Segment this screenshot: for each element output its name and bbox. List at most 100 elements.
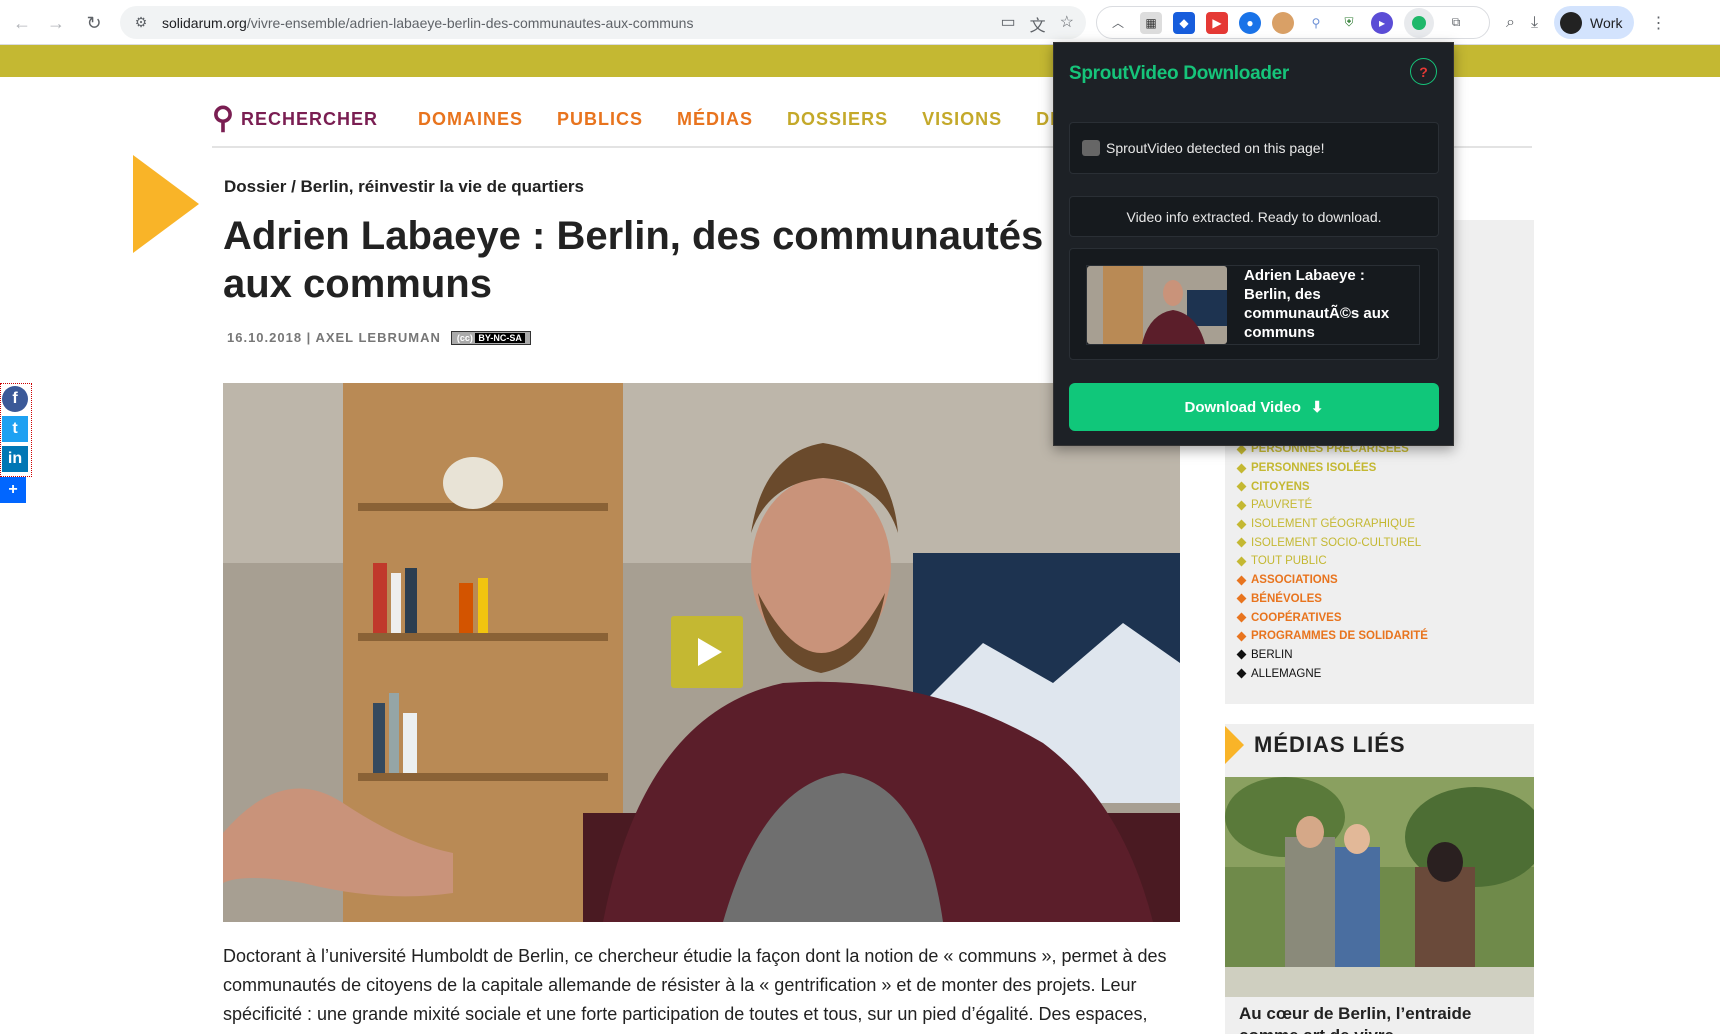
tag-item[interactable]: PAUVRETÉ	[1236, 496, 1428, 515]
tag-label: PROGRAMMES DE SOLIDARITÉ	[1251, 630, 1428, 643]
popup-title: SproutVideo Downloader	[1069, 63, 1290, 84]
menu-icon[interactable]: ⋮	[1650, 13, 1666, 33]
status-text: Video info extracted. Ready to download.	[1126, 208, 1382, 225]
diamond-icon	[1236, 556, 1247, 567]
translate-icon[interactable]: 文	[1030, 12, 1046, 36]
nav-item-publics[interactable]: PUBLICS	[557, 109, 643, 130]
nav-item-medias[interactable]: MÉDIAS	[677, 109, 753, 130]
tag-item[interactable]: COOPÉRATIVES	[1236, 608, 1428, 627]
avatar-extension-icon[interactable]	[1272, 11, 1294, 34]
bitwarden-extension-icon[interactable]: ◆	[1173, 11, 1195, 34]
video-info-inner: Adrien Labaeye : Berlin, des communautÃ©…	[1086, 265, 1420, 345]
medias-photo	[1225, 777, 1534, 997]
diamond-icon	[1236, 593, 1247, 604]
date-author: 16.10.2018 | AXEL LEBRUMAN	[227, 330, 441, 345]
link-extension-icon[interactable]: ⚲	[1305, 12, 1327, 34]
back-icon[interactable]: ←	[7, 8, 37, 38]
dossier-triangle	[133, 155, 199, 253]
extensions-bar: ︿ ▦ ◆ ▶ ● ⚲ ⛨ ▸ ⧉	[1096, 6, 1490, 39]
tab-search-icon[interactable]: ⌕	[1506, 14, 1515, 32]
video-player[interactable]	[223, 383, 1180, 922]
record-extension-icon[interactable]: ●	[1239, 11, 1261, 34]
qr-extension-icon[interactable]: ▦	[1140, 11, 1162, 34]
tag-item[interactable]: PROGRAMMES DE SOLIDARITÉ	[1236, 627, 1428, 646]
bookmark-star-icon[interactable]: ☆	[1060, 12, 1074, 36]
shield-extension-icon[interactable]: ⛨	[1338, 12, 1360, 34]
twitter-icon[interactable]: t	[2, 416, 28, 442]
play-button[interactable]	[671, 616, 743, 688]
tag-label: COOPÉRATIVES	[1251, 611, 1342, 624]
diamond-icon	[1236, 481, 1247, 492]
download-arrow-icon: ⬇	[1310, 399, 1324, 416]
diamond-icon	[1236, 649, 1247, 660]
diamond-icon	[1236, 519, 1247, 530]
tag-list: PERSONNES PRÉCARISÉES PERSONNES ISOLÉES CI…	[1236, 440, 1428, 683]
header-band	[0, 45, 1720, 77]
collapse-icon[interactable]: ︿	[1107, 12, 1129, 34]
address-bar[interactable]: ⚙ solidarum.org/vivre-ensemble/adrien-la…	[120, 6, 1086, 39]
diamond-icon	[1236, 631, 1247, 642]
detection-text: SproutVideo detected on this page!	[1106, 140, 1325, 156]
install-app-icon[interactable]: ▭	[1001, 12, 1016, 36]
medias-caption[interactable]: Au cœur de Berlin, l’entraide comme art …	[1239, 1003, 1529, 1034]
tag-label: ISOLEMENT GÉOGRAPHIQUE	[1251, 518, 1416, 531]
tag-item[interactable]: BÉNÉVOLES	[1236, 590, 1428, 609]
medias-header: MÉDIAS LIÉS	[1225, 726, 1406, 764]
tag-item[interactable]: ASSOCIATIONS	[1236, 571, 1428, 590]
search-icon: ⚲	[212, 102, 235, 135]
facebook-icon[interactable]: f	[2, 386, 28, 412]
tag-label: ISOLEMENT SOCIO-CULTUREL	[1251, 536, 1422, 549]
sproutvideo-popup: SproutVideo Downloader ? SproutVideo det…	[1053, 42, 1454, 446]
tag-item[interactable]: TOUT PUBLIC	[1236, 552, 1428, 571]
breadcrumb[interactable]: Dossier / Berlin, réinvestir la vie de q…	[224, 177, 584, 197]
medias-title: MÉDIAS LIÉS	[1254, 732, 1406, 757]
linkedin-icon[interactable]: in	[2, 446, 28, 472]
site-info-icon[interactable]: ⚙	[128, 14, 154, 31]
sproutvideo-extension-icon[interactable]	[1404, 7, 1434, 38]
forward-icon[interactable]: →	[41, 8, 71, 38]
nav-item-domaines[interactable]: DOMAINES	[418, 109, 523, 130]
tag-label: PERSONNES ISOLÉES	[1251, 462, 1377, 475]
share-box: f t in	[0, 383, 32, 477]
download-video-button[interactable]: Download Video ⬇	[1069, 383, 1439, 431]
tag-label: BÉNÉVOLES	[1251, 592, 1322, 605]
tag-item[interactable]: ISOLEMENT GÉOGRAPHIQUE	[1236, 515, 1428, 534]
tag-label: ASSOCIATIONS	[1251, 574, 1338, 587]
video-extension-icon[interactable]: ▶	[1206, 11, 1228, 34]
tag-item[interactable]: PERSONNES ISOLÉES	[1236, 459, 1428, 478]
diamond-icon	[1236, 537, 1247, 548]
tag-item[interactable]: CITOYENS	[1236, 477, 1428, 496]
tag-item[interactable]: ALLEMAGNE	[1236, 664, 1428, 683]
profile-button[interactable]: Work	[1554, 6, 1635, 39]
tag-item[interactable]: BERLIN	[1236, 646, 1428, 665]
search-link[interactable]: ⚲ RECHERCHER	[212, 104, 378, 134]
medias-triangle	[1225, 726, 1244, 764]
tag-label: ALLEMAGNE	[1251, 667, 1322, 680]
article-meta: 16.10.2018 | AXEL LEBRUMAN (cc) BY-NC-SA	[227, 330, 531, 345]
avatar	[1560, 11, 1583, 34]
help-icon[interactable]: ?	[1410, 58, 1437, 85]
nav-item-visions[interactable]: VISIONS	[922, 109, 1002, 130]
diamond-icon	[1236, 463, 1247, 473]
medias-thumbnail[interactable]	[1225, 777, 1534, 997]
video-title: Adrien Labaeye : Berlin, des communautÃ©…	[1244, 267, 1390, 341]
share-plus-icon[interactable]: +	[0, 477, 26, 503]
download-label: Download Video	[1184, 398, 1301, 416]
profile-label: Work	[1590, 14, 1623, 31]
tag-item[interactable]: ISOLEMENT SOCIO-CULTUREL	[1236, 533, 1428, 552]
status-notice: Video info extracted. Ready to download.	[1069, 196, 1439, 237]
tag-label: BERLIN	[1251, 648, 1293, 661]
share-bar: f t in +	[0, 383, 32, 507]
detection-notice: SproutVideo detected on this page!	[1069, 122, 1439, 174]
license-badge[interactable]: (cc) BY-NC-SA	[450, 330, 531, 345]
url-text[interactable]: solidarum.org/vivre-ensemble/adrien-laba…	[162, 15, 693, 31]
download-icon[interactable]: ⤓	[1531, 14, 1538, 32]
reload-icon[interactable]: ↻	[79, 8, 109, 38]
diamond-icon	[1236, 500, 1247, 511]
search-label: RECHERCHER	[240, 108, 378, 129]
tag-label: TOUT PUBLIC	[1251, 555, 1327, 568]
play-extension-icon[interactable]: ▸	[1371, 11, 1393, 34]
video-thumbnail	[1087, 266, 1227, 344]
nav-item-dossiers[interactable]: DOSSIERS	[787, 109, 888, 130]
puzzle-extensions-icon[interactable]: ⧉	[1445, 12, 1467, 34]
